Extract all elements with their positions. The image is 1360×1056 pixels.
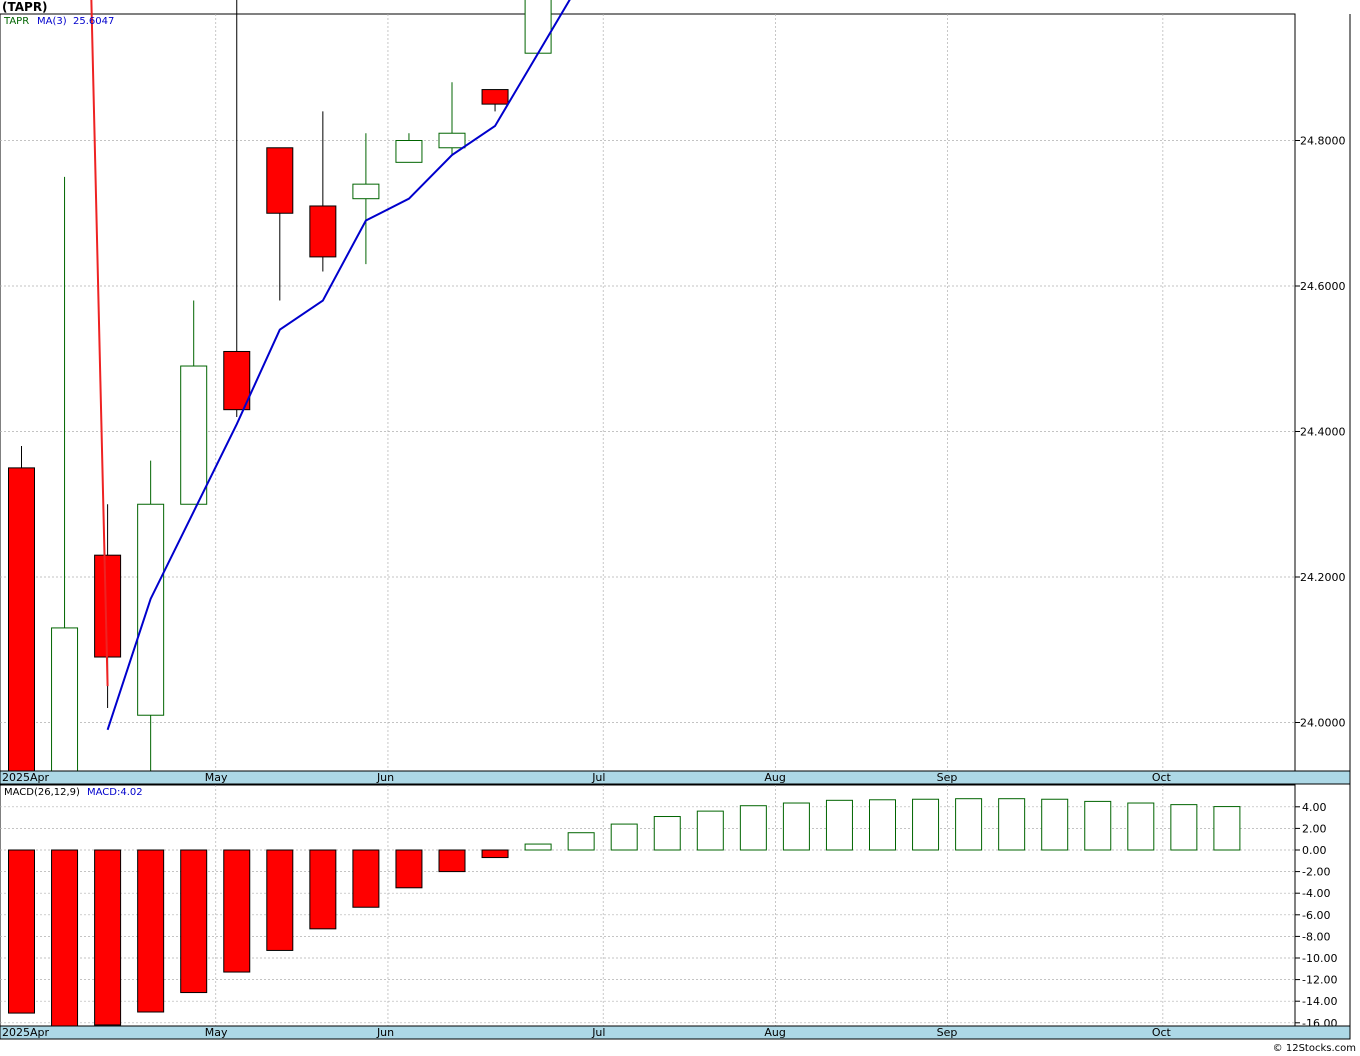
macd-bar-positive	[1170, 804, 1198, 851]
macd-bar-positive	[955, 798, 983, 851]
macd-bar-negative	[94, 849, 122, 1026]
candle-body	[524, 0, 552, 54]
price-month-label: Jul	[591, 771, 605, 784]
price-month-label: May	[205, 771, 228, 784]
price-month-label: Oct	[1152, 771, 1172, 784]
credit: © 12Stocks.com	[1273, 1043, 1356, 1054]
macd-month-label: May	[205, 1026, 228, 1039]
price-legend: TAPR MA(3) 25.6047	[3, 16, 114, 27]
macd-bar-negative	[395, 849, 423, 889]
macd-bar-positive	[825, 799, 853, 851]
candle-body	[352, 183, 380, 200]
macd-month-label: Oct	[1152, 1026, 1172, 1039]
macd-month-label: Sep	[937, 1026, 958, 1039]
macd-tick-label: -10.00	[1302, 952, 1337, 965]
price-x-axis-band	[0, 770, 1351, 785]
macd-tick-label: -4.00	[1302, 887, 1330, 900]
macd-month-label: Jun	[376, 1026, 394, 1039]
candle-body	[180, 365, 208, 505]
candle-body	[309, 205, 337, 258]
price-y-axis: 24.0000 24.2000 24.4000 24.6000 24.8000	[1295, 135, 1346, 730]
price-month-label: Jun	[376, 771, 394, 784]
candle-body	[481, 89, 509, 105]
candle-body	[395, 140, 423, 163]
macd-tick-label: -14.00	[1302, 995, 1337, 1008]
macd-bar-negative	[137, 849, 165, 1013]
price-tick-label: 24.0000	[1300, 717, 1346, 730]
legend-ma-value: 25.6047	[73, 16, 114, 27]
price-tick-label: 24.4000	[1300, 426, 1346, 439]
chart-title: (TAPR)	[2, 0, 48, 14]
macd-x-axis-band	[0, 1025, 1351, 1040]
candle-body	[438, 132, 466, 149]
price-tick-label: 24.6000	[1300, 280, 1346, 293]
macd-bar-positive	[782, 802, 810, 851]
macd-bar-positive	[739, 805, 767, 851]
macd-bar-positive	[1213, 806, 1241, 851]
legend-ma-label: MA(3)	[37, 16, 67, 27]
candle-body	[223, 350, 251, 411]
macd-tick-label: -12.00	[1302, 974, 1337, 987]
macd-bar-negative	[51, 849, 79, 1028]
macd-bar-negative	[180, 849, 208, 994]
price-tick-label: 24.8000	[1300, 135, 1346, 148]
legend-macd-value: MACD:4.02	[87, 787, 143, 798]
macd-legend: MACD(26,12,9) MACD:4.02	[4, 787, 143, 798]
macd-bar-positive	[1084, 800, 1112, 851]
candle-body	[266, 147, 294, 214]
macd-tick-label: -6.00	[1302, 909, 1330, 922]
macd-month-label: 2025Apr	[2, 1026, 50, 1039]
price-tick-label: 24.2000	[1300, 571, 1346, 584]
macd-bar-negative	[8, 849, 35, 1014]
macd-bar-negative	[266, 849, 294, 951]
macd-bar-negative	[481, 849, 509, 859]
macd-y-axis: 4.00 2.00 0.00 -2.00 -4.00 -6.00 -8.00 -10.00 -1…	[1295, 801, 1337, 1030]
candle-body	[94, 554, 122, 658]
macd-bar-negative	[223, 849, 251, 973]
macd-bar-positive	[912, 798, 940, 851]
macd-tick-label: -8.00	[1302, 930, 1330, 943]
macd-bar-positive	[610, 823, 638, 851]
macd-tick-label: 0.00	[1302, 844, 1327, 857]
macd-month-label: Jul	[591, 1026, 605, 1039]
macd-bar-positive	[653, 816, 681, 851]
macd-bar-positive	[998, 798, 1026, 851]
macd-bar-positive	[696, 810, 724, 851]
macd-tick-label: 2.00	[1302, 822, 1327, 835]
macd-tick-label: 4.00	[1302, 801, 1327, 814]
macd-bar-positive	[567, 832, 595, 851]
price-month-label: 2025Apr	[2, 771, 50, 784]
macd-bar-positive	[1041, 798, 1069, 851]
macd-month-label: Aug	[764, 1026, 785, 1039]
legend-ticker: TAPR	[3, 16, 29, 27]
price-month-label: Aug	[764, 771, 785, 784]
macd-bar-negative	[352, 849, 380, 908]
macd-bar-positive	[1127, 802, 1155, 851]
macd-bar-positive	[869, 799, 896, 851]
macd-bar-negative	[438, 849, 466, 873]
macd-bar-positive	[524, 843, 552, 851]
stock-chart: (TAPR) 24.0000 24.2000 24.4000 24.6000 24.80…	[0, 0, 1356, 1054]
macd-tick-label: -2.00	[1302, 866, 1330, 879]
price-month-label: Sep	[937, 771, 958, 784]
macd-panel: 4.00 2.00 0.00 -2.00 -4.00 -6.00 -8.00 -10.00 -1…	[0, 784, 1351, 1040]
macd-bar-negative	[309, 849, 337, 930]
legend-macd-label: MACD(26,12,9)	[4, 787, 80, 798]
candle-body	[137, 503, 165, 716]
